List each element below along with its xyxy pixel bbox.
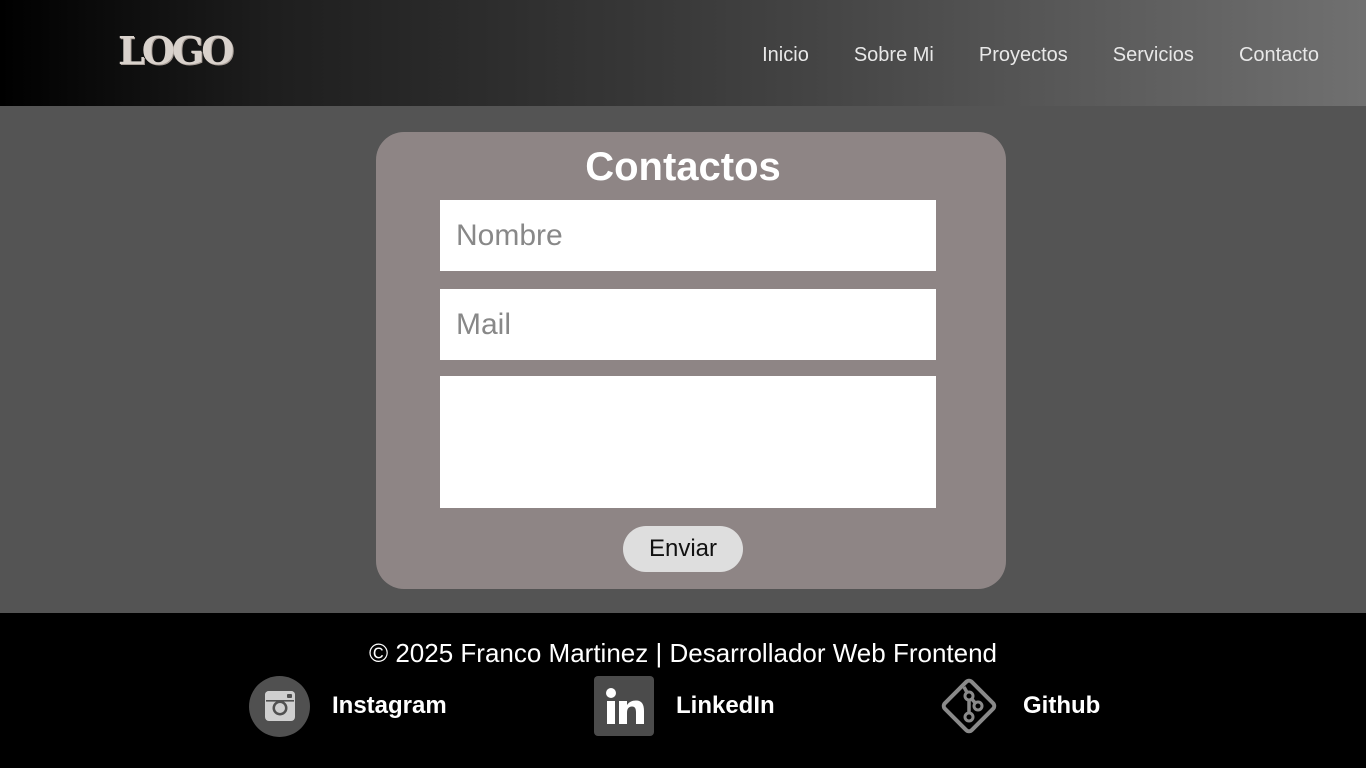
nav-link-servicios[interactable]: Servicios [1113, 40, 1194, 70]
nav-link-contacto[interactable]: Contacto [1239, 40, 1319, 70]
git-icon [941, 678, 997, 734]
nav-link-inicio[interactable]: Inicio [762, 40, 809, 70]
instagram-link[interactable]: Instagram [249, 674, 447, 738]
copyright-text: © 2025 Franco Martinez | Desarrollador W… [368, 638, 998, 668]
linkedin-icon [594, 676, 654, 736]
github-link[interactable]: Github [937, 674, 1100, 738]
github-label: Github [1023, 692, 1101, 719]
linkedin-label: LinkedIn [676, 692, 775, 719]
linkedin-link[interactable]: LinkedIn [594, 674, 775, 738]
site-header: LOGO Inicio Sobre Mi Proyectos Servicios… [0, 0, 1366, 106]
main-nav: Inicio Sobre Mi Proyectos Servicios Cont… [762, 40, 1319, 70]
instagram-icon [249, 675, 310, 737]
message-textarea[interactable] [440, 376, 936, 508]
send-button[interactable]: Enviar [623, 526, 743, 572]
mail-input[interactable] [440, 289, 936, 360]
instagram-label: Instagram [332, 692, 447, 719]
name-input[interactable] [440, 200, 936, 271]
logo[interactable]: LOGO [118, 32, 234, 70]
nav-link-sobre-mi[interactable]: Sobre Mi [854, 40, 934, 70]
contact-title: Contactos [585, 145, 781, 189]
nav-link-proyectos[interactable]: Proyectos [979, 40, 1068, 70]
